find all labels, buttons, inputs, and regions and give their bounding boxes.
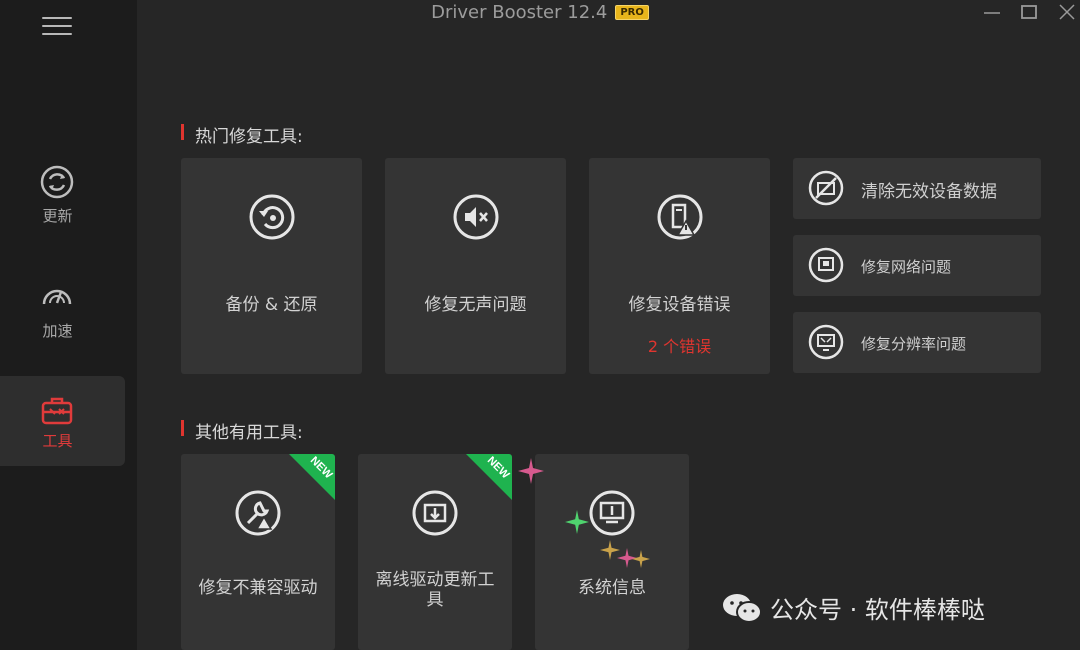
- speedometer-icon: [42, 289, 72, 305]
- backup-restore-card[interactable]: 备份 & 还原: [181, 158, 362, 374]
- fix-resolution-card[interactable]: 修复分辨率问题: [793, 312, 1041, 373]
- sidebar-item-label: 更新: [42, 207, 73, 225]
- pro-badge: PRO: [615, 5, 649, 20]
- toolbox-icon: [41, 397, 73, 425]
- sparkle-icon: [632, 550, 650, 568]
- minimize-icon[interactable]: [980, 2, 1004, 24]
- offline-driver-icon: [412, 490, 458, 536]
- speaker-mute-icon: [453, 194, 498, 240]
- update-icon: [40, 165, 74, 199]
- clean-device-data-card[interactable]: 清除无效设备数据: [793, 158, 1041, 219]
- watermark: 公众号 · 软件棒棒哒: [722, 590, 985, 625]
- fix-incompatible-driver-card[interactable]: NEW 修复不兼容驱动: [181, 454, 335, 650]
- sidebar-item-tools[interactable]: 工具: [0, 376, 125, 466]
- resolution-icon: [808, 324, 844, 360]
- card-label: 修复不兼容驱动: [198, 578, 318, 598]
- card-label: 备份 & 还原: [225, 295, 318, 315]
- clean-device-icon: [808, 170, 844, 206]
- side-card-label: 修复网络问题: [861, 258, 952, 276]
- sidebar: 更新 加速 工具: [0, 0, 137, 650]
- sparkle-icon: [565, 510, 589, 534]
- card-label: 系统信息: [578, 578, 646, 598]
- sidebar-item-update[interactable]: 更新: [0, 165, 125, 255]
- other-tools-heading: 其他有用工具:: [181, 418, 303, 443]
- watermark-text: 公众号 · 软件棒棒哒: [770, 596, 985, 624]
- fix-device-error-card[interactable]: 修复设备错误 2 个错误: [589, 158, 770, 374]
- network-icon: [808, 247, 844, 283]
- wrench-warning-icon: [235, 490, 281, 536]
- card-label: 离线驱动更新工具: [375, 570, 495, 610]
- device-error-icon: [657, 194, 702, 240]
- side-card-label: 修复分辨率问题: [861, 335, 967, 353]
- wechat-icon: [723, 593, 762, 623]
- card-label: 修复无声问题: [424, 295, 527, 315]
- error-count: 2 个错误: [647, 337, 712, 356]
- fix-no-sound-card[interactable]: 修复无声问题: [385, 158, 566, 374]
- window-title-bar: Driver Booster 12.4 PRO: [0, 2, 1080, 23]
- window-title: Driver Booster 12.4: [431, 2, 608, 23]
- new-badge: NEW: [289, 454, 335, 500]
- close-icon[interactable]: [1055, 2, 1079, 24]
- system-info-icon: [589, 490, 635, 536]
- offline-driver-update-card[interactable]: NEW 离线驱动更新工具: [358, 454, 512, 650]
- new-badge: NEW: [466, 454, 512, 500]
- side-card-label: 清除无效设备数据: [861, 182, 997, 202]
- card-label: 修复设备错误: [628, 295, 731, 315]
- sparkle-icon: [518, 458, 544, 484]
- hot-tools-heading: 热门修复工具:: [181, 122, 303, 147]
- sidebar-item-speedup[interactable]: 加速: [0, 280, 125, 370]
- sidebar-item-label: 工具: [42, 432, 73, 450]
- sidebar-item-label: 加速: [42, 322, 73, 340]
- maximize-icon[interactable]: [1017, 2, 1041, 24]
- backup-restore-icon: [249, 194, 294, 240]
- fix-network-card[interactable]: 修复网络问题: [793, 235, 1041, 296]
